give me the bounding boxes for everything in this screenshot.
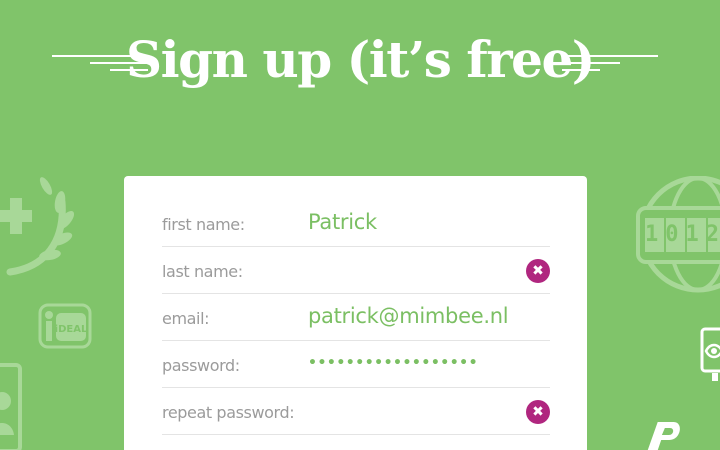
last-name-label: last name:: [162, 262, 243, 281]
ideal-logo-icon: iDEAL: [38, 303, 92, 349]
first-name-label: first name:: [162, 215, 245, 234]
first-name-input[interactable]: Patrick: [308, 210, 377, 234]
repeat-password-row[interactable]: repeat password: ✖: [162, 388, 550, 435]
laurel-cross-icon: [0, 172, 80, 282]
password-input[interactable]: ••••••••••••••••••: [308, 355, 478, 371]
email-input[interactable]: patrick@mimbee.nl: [308, 304, 509, 328]
last-name-row[interactable]: last name: ✖: [162, 247, 550, 294]
monitor-icon: [700, 327, 720, 385]
header: Sign up (it’s free): [0, 22, 720, 102]
email-label: email:: [162, 309, 210, 328]
repeat-password-label: repeat password:: [162, 403, 295, 422]
first-name-row[interactable]: first name: Patrick: [162, 200, 550, 247]
title-decoration-right: [562, 55, 658, 71]
phone-user-icon: [0, 363, 24, 450]
email-row[interactable]: email: patrick@mimbee.nl: [162, 294, 550, 341]
password-row[interactable]: password: ••••••••••••••••••: [162, 341, 550, 388]
counter-digits: 1012: [645, 222, 720, 247]
password-label: password:: [162, 356, 240, 375]
ideal-text: iDEAL: [55, 324, 88, 335]
last-name-clear-button[interactable]: ✖: [526, 259, 550, 283]
signup-form: first name: Patrick last name: ✖ email: …: [124, 176, 587, 450]
parking-p-icon: [644, 420, 684, 450]
globe-counter-icon: 1012: [636, 176, 720, 296]
repeat-password-clear-button[interactable]: ✖: [526, 400, 550, 424]
